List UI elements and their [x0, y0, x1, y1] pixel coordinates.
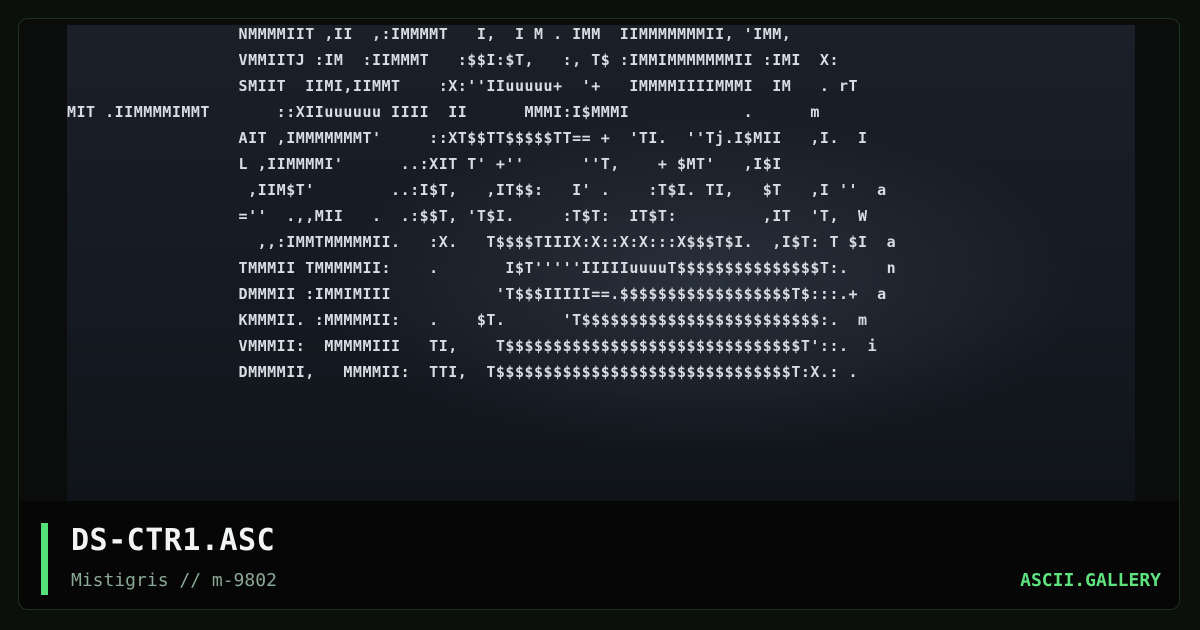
ascii-line: AIT ,IMMMMMMMT' ::XT$$TT$$$$$TT== + 'TI.… — [67, 129, 868, 147]
ascii-line: TMMMII TMMMMMII: . I$T'''''IIIIIuuuuT$$$… — [67, 259, 897, 277]
ascii-artwork: NMMMMIIT ,II ,:IMMMMT I, I M . IMM IIMMM… — [67, 25, 1135, 501]
artist-credit: Mistigris // m-9802 — [71, 570, 277, 591]
ascii-line: VMMMII: MMMMMIII TI, T$$$$$$$$$$$$$$$$$$… — [67, 337, 878, 355]
ascii-line: MIT .IIMMMMIMMT ::XIIuuuuuu IIII II MMMI… — [67, 103, 820, 121]
ascii-line: ,IIM$T' ..:I$T, ,IT$$: I' . :T$I. TI, $T… — [67, 181, 887, 199]
ascii-line: DMMMII :IMMIMIII 'T$$$IIIII==.$$$$$$$$$$… — [67, 285, 887, 303]
ascii-line: ='' .,,MII . .:$$T, 'T$I. :T$T: IT$T: ,I… — [67, 207, 868, 225]
ascii-line: NMMMMIIT ,II ,:IMMMMT I, I M . IMM IIMMM… — [67, 25, 792, 43]
ascii-line: SMIIT IIMI,IIMMT :X:''IIuuuuu+ '+ IMMMMI… — [67, 77, 859, 95]
card-frame: NMMMMIIT ,II ,:IMMMMT I, I M . IMM IIMMM… — [18, 18, 1180, 610]
ascii-line: L ,IIMMMMI' ..:XIT T' +'' ''T, + $MT' ,I… — [67, 155, 782, 173]
caption-bar: DS-CTR1.ASC Mistigris // m-9802 ASCII.GA… — [19, 501, 1179, 609]
ascii-line: VMMIITJ :IM :IIMMMT :$$I:$T, :, T$ :IMMI… — [67, 51, 839, 69]
ascii-line: ,,:IMMTMMMMMII. :X. T$$$$TIIIX:X::X:X:::… — [67, 233, 897, 251]
ascii-line: KMMMII. :MMMMMII: . $T. 'T$$$$$$$$$$$$$$… — [67, 311, 868, 329]
accent-bar — [41, 523, 48, 595]
site-brand[interactable]: ASCII.GALLERY — [1020, 570, 1161, 591]
artwork-title: DS-CTR1.ASC — [71, 523, 276, 558]
ascii-line: DMMMMII, MMMMII: TTI, T$$$$$$$$$$$$$$$$$… — [67, 363, 859, 381]
